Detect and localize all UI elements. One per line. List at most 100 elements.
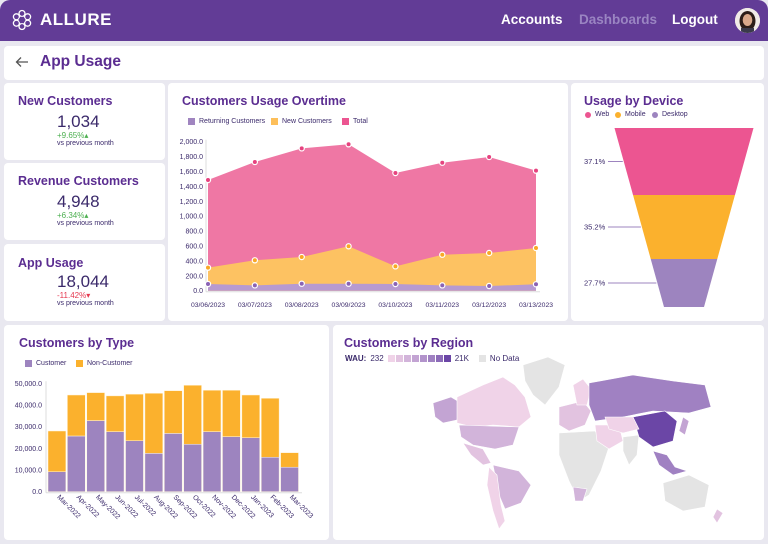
region-new-zealand — [712, 508, 724, 524]
bar-non-customer — [144, 393, 164, 454]
usage-area-chart: 0.0 200.0 400.0 600.0 800.0 1,000.0 1,200.0 1,4… — [180, 139, 554, 309]
user-photo-icon — [735, 8, 760, 33]
bar-customer — [67, 435, 86, 492]
x-tick-label: 03/09/2023 — [332, 302, 366, 309]
top-navigation-bar: ALLURE Accounts Dashboards Logout — [0, 0, 768, 41]
bar-non-customer — [183, 385, 202, 445]
funnel-segment-mobile — [633, 195, 735, 259]
y-tick-label: 10,000.0 — [15, 468, 42, 475]
x-tick-label: 03/11/2023 — [426, 302, 460, 309]
y-tick-label: 40,000.0 — [15, 402, 42, 409]
page-title: App Usage — [40, 53, 121, 70]
y-tick-label: 1,800.0 — [180, 154, 203, 161]
kpi-change: +9.65%▴ — [57, 131, 89, 140]
nav-dashboards[interactable]: Dashboards — [579, 12, 657, 27]
y-tick-label: 1,000.0 — [180, 214, 203, 221]
data-point — [204, 264, 212, 271]
kpi-title: Revenue Customers — [18, 174, 139, 188]
data-point — [485, 249, 493, 257]
y-tick-label: 2,000.0 — [180, 139, 203, 146]
kpi-title: New Customers — [18, 94, 113, 108]
data-point — [392, 169, 399, 177]
bar-customer — [125, 440, 144, 492]
bar-non-customer — [280, 452, 299, 468]
triangle-up-icon: ▴ — [84, 131, 89, 140]
x-tick-label: 03/12/2023 — [472, 302, 506, 309]
data-point — [345, 280, 352, 287]
nav-accounts[interactable]: Accounts — [501, 12, 563, 27]
brand-logo[interactable]: ALLURE — [11, 9, 112, 31]
region-southeast-asia — [652, 450, 689, 476]
y-tick-label: 1,600.0 — [180, 169, 203, 176]
data-point — [298, 253, 305, 261]
data-point — [392, 280, 399, 288]
world-map[interactable] — [333, 325, 764, 540]
customers-by-region-card: Customers by Region WAU: 232 21K No Data — [333, 325, 764, 540]
y-tick-label: 800.0 — [185, 229, 203, 236]
bar-customer — [86, 420, 105, 492]
bar-customer — [105, 431, 125, 492]
data-point — [204, 176, 212, 184]
kpi-subtext: vs previous month — [57, 300, 114, 307]
bar-customer — [280, 466, 299, 492]
user-avatar[interactable] — [735, 8, 760, 33]
funnel-segment-web — [614, 128, 754, 195]
region-south-africa — [572, 486, 588, 502]
bar-non-customer — [47, 430, 67, 473]
arrow-left-icon[interactable] — [14, 54, 30, 70]
data-point — [392, 263, 399, 270]
funnel-segment-desktop — [650, 259, 718, 307]
data-point — [251, 257, 259, 264]
device-funnel-chart: 37.1% 35.2% 27.7% — [584, 128, 754, 307]
data-point — [439, 251, 446, 258]
region-australia — [662, 474, 710, 512]
y-tick-label: 200.0 — [185, 273, 203, 280]
kpi-subtext: vs previous month — [57, 220, 114, 227]
bar-non-customer — [202, 389, 222, 432]
customers-by-type-card: Customers by Type Customer Non-Customer … — [4, 325, 329, 540]
funnel-label: 27.7% — [584, 279, 606, 288]
kpi-title: App Usage — [18, 256, 84, 270]
bar-non-customer — [125, 393, 144, 442]
data-point — [532, 244, 540, 252]
x-tick-label: 03/10/2023 — [378, 302, 412, 309]
data-point — [345, 141, 352, 148]
bar-customer — [260, 456, 280, 492]
region-europe — [558, 400, 592, 432]
kpi-change: -11.42%▾ — [57, 291, 91, 300]
region-japan — [678, 416, 690, 436]
region-india — [622, 434, 640, 466]
data-point — [345, 243, 352, 250]
triangle-down-icon: ▾ — [86, 291, 91, 300]
y-tick-label: 20,000.0 — [15, 446, 42, 453]
data-point — [532, 167, 540, 174]
y-tick-label: 600.0 — [185, 244, 203, 251]
flower-logo-icon — [12, 9, 32, 31]
y-tick-label: 1,400.0 — [180, 184, 203, 191]
funnel-label: 35.2% — [584, 223, 606, 232]
bar-non-customer — [222, 389, 241, 437]
kpi-change: +6.34%▴ — [57, 211, 89, 220]
nav-logout[interactable]: Logout — [672, 12, 718, 27]
data-point — [485, 153, 493, 161]
region-scandinavia — [572, 378, 592, 406]
x-tick-label: 03/06/2023 — [191, 302, 225, 309]
kpi-subtext: vs previous month — [57, 140, 114, 147]
x-tick-label: 03/13/2023 — [519, 302, 553, 309]
y-tick-label: 1,200.0 — [180, 199, 203, 206]
usage-by-device-card: Usage by Device Web Mobile Desktop 37.1%… — [571, 83, 764, 321]
bar-customer — [222, 436, 241, 492]
y-tick-label: 30,000.0 — [15, 424, 42, 431]
data-point — [204, 280, 212, 288]
funnel-label: 37.1% — [584, 157, 606, 166]
y-tick-label: 50,000.0 — [15, 381, 42, 388]
data-point — [439, 282, 446, 289]
bar-customer — [202, 431, 222, 492]
bar-non-customer — [164, 390, 183, 434]
bar-non-customer — [241, 394, 260, 438]
bar-non-customer — [105, 395, 125, 432]
data-point — [532, 281, 540, 288]
y-tick-label: 0.0 — [32, 489, 42, 496]
kpi-value: 1,034 — [57, 112, 100, 131]
data-point — [251, 282, 259, 289]
